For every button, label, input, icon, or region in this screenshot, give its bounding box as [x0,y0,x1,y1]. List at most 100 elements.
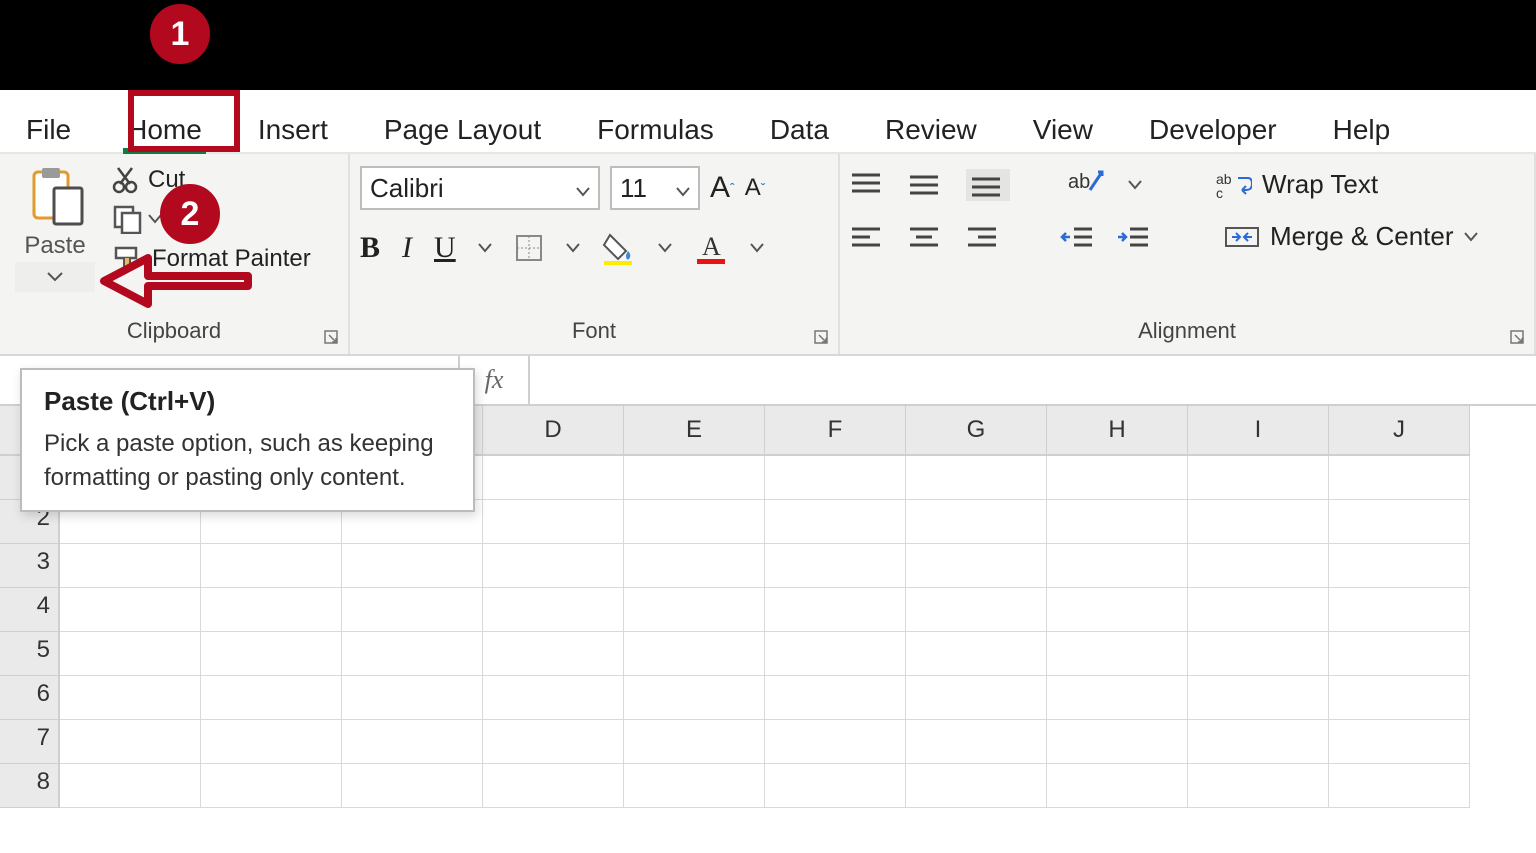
row-header[interactable]: 3 [0,544,60,588]
cell[interactable] [906,456,1047,500]
cell[interactable] [624,500,765,544]
merge-center-button[interactable]: Merge & Center [1224,221,1478,252]
cell[interactable] [60,676,201,720]
chevron-down-icon[interactable] [566,243,580,253]
bold-button[interactable]: B [360,226,380,270]
align-right-button[interactable] [966,223,1002,251]
cell[interactable] [906,764,1047,808]
cell[interactable] [624,632,765,676]
tab-formulas[interactable]: Formulas [591,104,720,152]
cell[interactable] [765,632,906,676]
paste-dropdown[interactable] [15,262,95,292]
cell[interactable] [765,544,906,588]
increase-indent-button[interactable] [1116,223,1150,251]
dialog-launcher-icon[interactable] [814,330,832,348]
cell[interactable] [624,764,765,808]
align-middle-button[interactable] [908,171,944,199]
increase-font-size-button[interactable]: Aˆ [710,166,735,210]
column-header[interactable]: D [483,406,624,456]
chevron-down-icon[interactable] [658,243,672,253]
orientation-button[interactable]: ab [1068,166,1106,203]
cell[interactable] [60,588,201,632]
cell[interactable] [906,544,1047,588]
cell[interactable] [765,456,906,500]
cell[interactable] [342,764,483,808]
cell[interactable] [60,632,201,676]
cell[interactable] [342,720,483,764]
fill-color-button[interactable] [602,226,636,270]
cell[interactable] [906,500,1047,544]
cell[interactable] [483,764,624,808]
cell[interactable] [60,544,201,588]
cell[interactable] [342,632,483,676]
cell[interactable] [1188,676,1329,720]
cell[interactable] [1329,500,1470,544]
formula-input[interactable] [530,356,1536,404]
tab-view[interactable]: View [1027,104,1099,152]
cell[interactable] [1047,456,1188,500]
cell[interactable] [1188,456,1329,500]
cell[interactable] [624,720,765,764]
cell[interactable] [1188,544,1329,588]
cell[interactable] [1329,588,1470,632]
cell[interactable] [1047,500,1188,544]
cell[interactable] [624,544,765,588]
cell[interactable] [1047,720,1188,764]
dialog-launcher-icon[interactable] [1510,330,1528,348]
cell[interactable] [483,588,624,632]
cell[interactable] [624,588,765,632]
cell[interactable] [483,632,624,676]
cell[interactable] [765,500,906,544]
tab-page-layout[interactable]: Page Layout [378,104,547,152]
cell[interactable] [1329,720,1470,764]
cell[interactable] [624,676,765,720]
row-header[interactable]: 4 [0,588,60,632]
cell[interactable] [1047,632,1188,676]
align-bottom-button[interactable] [966,169,1010,201]
cell[interactable] [1047,588,1188,632]
cell[interactable] [342,588,483,632]
cell[interactable] [906,632,1047,676]
align-left-button[interactable] [850,223,886,251]
font-name-combo[interactable]: Calibri [360,166,600,210]
column-header[interactable]: E [624,406,765,456]
column-header[interactable]: H [1047,406,1188,456]
column-header[interactable]: I [1188,406,1329,456]
cell[interactable] [1329,456,1470,500]
cell[interactable] [624,456,765,500]
cell[interactable] [201,676,342,720]
row-header[interactable]: 6 [0,676,60,720]
cell[interactable] [201,764,342,808]
decrease-font-size-button[interactable]: Aˇ [745,166,766,210]
tab-file[interactable]: File [20,104,77,152]
column-header[interactable]: G [906,406,1047,456]
column-header[interactable]: J [1329,406,1470,456]
column-header[interactable]: F [765,406,906,456]
cell[interactable] [906,720,1047,764]
cell[interactable] [483,544,624,588]
dialog-launcher-icon[interactable] [324,330,342,348]
decrease-indent-button[interactable] [1060,223,1094,251]
cell[interactable] [1329,632,1470,676]
cell[interactable] [1188,764,1329,808]
cell[interactable] [906,588,1047,632]
cell[interactable] [765,676,906,720]
cell[interactable] [483,676,624,720]
chevron-down-icon[interactable] [750,243,764,253]
cell[interactable] [342,676,483,720]
row-header[interactable]: 5 [0,632,60,676]
chevron-down-icon[interactable] [1128,180,1142,190]
italic-button[interactable]: I [402,226,412,270]
cell[interactable] [1188,500,1329,544]
align-center-button[interactable] [908,223,944,251]
font-color-button[interactable]: A [694,226,728,270]
row-header[interactable]: 7 [0,720,60,764]
chevron-down-icon[interactable] [478,243,492,253]
cell[interactable] [765,764,906,808]
underline-button[interactable]: U [434,226,456,270]
font-size-combo[interactable]: 11 [610,166,700,210]
borders-button[interactable] [514,226,544,270]
cell[interactable] [483,500,624,544]
tab-help[interactable]: Help [1327,104,1397,152]
cell[interactable] [1188,720,1329,764]
